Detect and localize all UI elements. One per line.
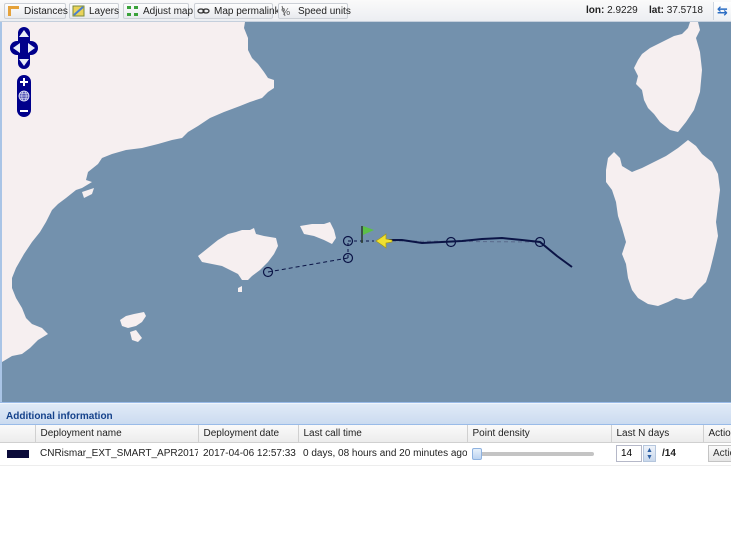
map-permalink-button[interactable]: Map permalink: [194, 3, 280, 19]
deployment-name-cell: CNRismar_EXT_SMART_APR2017_...: [35, 442, 198, 466]
last-n-days-max: /14: [662, 448, 676, 459]
land-spain-cape: [82, 188, 94, 198]
zoom-control: [17, 75, 31, 117]
map-canvas: [2, 22, 720, 362]
deployments-table: Deployment name Deployment date Last cal…: [0, 425, 731, 466]
adjust-map-button[interactable]: Adjust map: [123, 3, 193, 19]
zoom-world-icon[interactable]: [18, 90, 30, 102]
column-header-actions[interactable]: Actions: [703, 425, 731, 443]
longitude-readout: lon: 2.9229: [586, 5, 638, 16]
table-header-row: Deployment name Deployment date Last cal…: [0, 425, 731, 443]
ruler-icon: [7, 5, 20, 17]
land-mallorca: [198, 228, 278, 280]
pan-control: [10, 27, 38, 69]
spinner-buttons[interactable]: ▲ ▼: [643, 445, 656, 462]
point-density-slider[interactable]: [472, 447, 594, 460]
last-n-days-input[interactable]: [616, 445, 642, 462]
refresh-icon[interactable]: ⇆: [713, 2, 731, 20]
latitude-readout: lat: 37.5718: [649, 5, 703, 16]
column-header-last-call-time[interactable]: Last call time: [298, 425, 468, 443]
link-icon: [197, 5, 210, 17]
column-header-deployment-date[interactable]: Deployment date: [198, 425, 299, 443]
current-position-marker-icon[interactable]: [375, 233, 393, 249]
zoom-out-icon[interactable]: [20, 110, 28, 112]
layers-icon: [72, 5, 85, 17]
map-toolbar: Distances Layers Adjust map Map permalin…: [0, 0, 731, 22]
deployment-date-cell: 2017-04-06 12:57:33: [198, 442, 298, 466]
land-corsica: [634, 22, 702, 132]
land-cabrera: [238, 286, 242, 292]
spin-up-icon[interactable]: ▲: [646, 447, 653, 454]
land-sardinia: [606, 140, 720, 306]
column-header-point-density[interactable]: Point density: [467, 425, 612, 443]
start-flag-icon[interactable]: [361, 226, 374, 243]
column-header-deployment-name[interactable]: Deployment name: [35, 425, 199, 443]
actions-button[interactable]: Actions: [708, 445, 731, 462]
track-dashed-segment: [267, 257, 349, 273]
table-row[interactable]: CNRismar_EXT_SMART_APR2017_... 2017-04-0…: [0, 442, 731, 466]
land-ibiza: [120, 312, 146, 328]
last-call-time-cell: 0 days, 08 hours and 20 minutes ago: [298, 442, 467, 466]
speed-units-icon: %: [281, 5, 294, 18]
map-viewport[interactable]: [0, 22, 731, 402]
slider-track: [476, 451, 594, 456]
speed-units-button[interactable]: % Speed units: [278, 3, 351, 19]
last-n-days-spinner: ▲ ▼ /14: [616, 445, 676, 462]
column-header-color[interactable]: [0, 425, 36, 443]
layers-button[interactable]: Layers: [69, 3, 119, 19]
land-formentera: [130, 330, 142, 342]
distances-button[interactable]: Distances: [4, 3, 68, 19]
spin-down-icon[interactable]: ▼: [646, 454, 653, 461]
panel-title: Additional information: [0, 403, 731, 425]
slider-thumb[interactable]: [472, 447, 482, 460]
additional-info-panel: Additional information Deployment name D…: [0, 402, 731, 533]
track-color-swatch: [7, 449, 29, 458]
fit-extent-icon: [126, 5, 139, 17]
land-spain: [2, 22, 274, 362]
land-menorca: [300, 222, 336, 244]
column-header-last-n-days[interactable]: Last N days: [611, 425, 704, 443]
